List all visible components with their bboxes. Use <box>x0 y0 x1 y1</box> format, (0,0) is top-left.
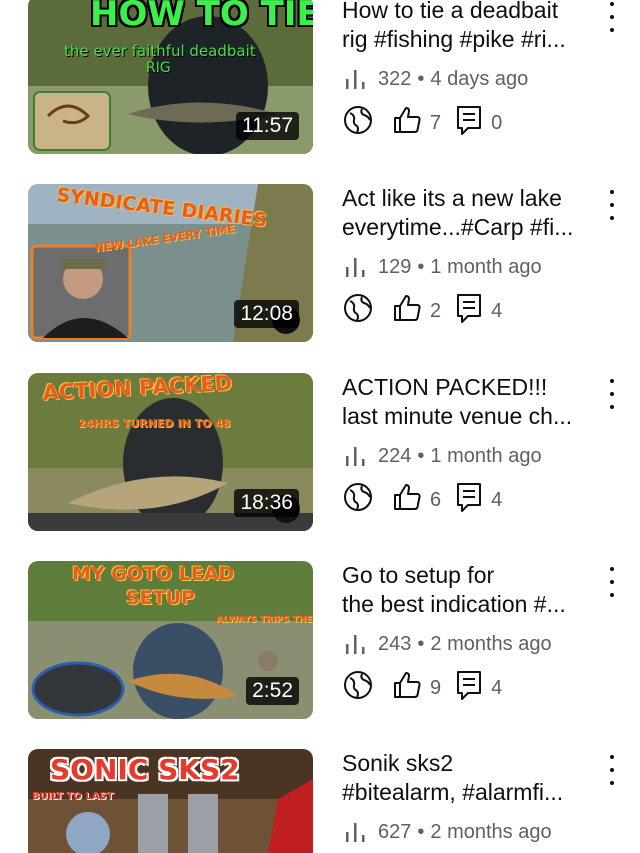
video-duration: 12:08 <box>234 300 299 328</box>
separator: • <box>417 255 425 278</box>
upload-age: 1 month ago <box>430 255 542 278</box>
comment-icon[interactable] <box>455 481 483 519</box>
video-duration: 18:36 <box>234 489 299 517</box>
bar-chart-icon <box>342 444 370 468</box>
globe-icon <box>342 481 374 519</box>
video-meta: 627 • 2 months ago <box>342 818 602 846</box>
thumbnail-subtitle: ALWAYS TRIPS THEM UP <box>216 615 313 625</box>
thumbs-up-icon[interactable] <box>392 482 422 518</box>
view-count: 243 <box>378 632 412 655</box>
video-meta: 243 • 2 months ago <box>342 630 602 658</box>
more-vertical-icon[interactable] <box>600 377 624 411</box>
video-duration: 2:52 <box>246 677 299 705</box>
thumbnail-title: MY GOTO LEAD <box>72 563 235 585</box>
video-stats: 2 4 <box>342 292 602 330</box>
video-title[interactable]: ACTION PACKED!!! last minute venue ch... <box>342 373 602 431</box>
video-item[interactable]: MY GOTO LEAD SETUP ALWAYS TRIPS THEM UP … <box>0 561 640 731</box>
more-vertical-icon[interactable] <box>600 188 624 222</box>
bar-chart-icon <box>342 820 370 844</box>
video-title-line: #bitealarm, #alarmfi... <box>342 779 564 805</box>
separator: • <box>417 67 425 90</box>
video-stats: 7 0 <box>342 104 602 142</box>
thumbs-up-icon[interactable] <box>392 293 422 329</box>
video-item[interactable]: SYNDICATE DIARIES NEW LAKE EVERY TIME 12… <box>0 184 640 354</box>
video-title[interactable]: Sonik sks2 #bitealarm, #alarmfi... <box>342 749 602 807</box>
comment-icon[interactable] <box>455 104 483 142</box>
video-item[interactable]: ACTION PACKED 24HRS TURNED IN TO 48 18:3… <box>0 373 640 543</box>
more-vertical-icon[interactable] <box>600 565 624 599</box>
thumbnail-title: HOW TO TIE... <box>90 0 313 34</box>
thumbnail-title: SONIC SKS2 <box>50 753 240 786</box>
separator: • <box>417 632 425 655</box>
video-title-line: Sonik sks2 <box>342 750 454 776</box>
video-meta: 322 • 4 days ago <box>342 65 602 93</box>
video-title-line: last minute venue ch... <box>342 403 573 429</box>
video-title-line: How to tie a deadbait <box>342 0 559 23</box>
video-thumbnail[interactable]: MY GOTO LEAD SETUP ALWAYS TRIPS THEM UP … <box>28 561 313 719</box>
video-thumbnail[interactable]: SONIC SKS2 BUILT TO LAST <box>28 749 313 853</box>
comment-icon[interactable] <box>455 669 483 707</box>
view-count: 129 <box>378 255 412 278</box>
video-thumbnail[interactable]: ACTION PACKED 24HRS TURNED IN TO 48 18:3… <box>28 373 313 531</box>
video-title[interactable]: Go to setup for the best indication #... <box>342 561 602 619</box>
bar-chart-icon <box>342 632 370 656</box>
video-meta: 224 • 1 month ago <box>342 442 602 470</box>
video-title-line: rig #fishing #pike #ri... <box>342 26 566 52</box>
video-title-line: Act like its a new lake <box>342 185 562 211</box>
thumbnail-subtitle: 24HRS TURNED IN TO 48 <box>78 417 231 430</box>
comment-count: 4 <box>491 676 503 699</box>
separator: • <box>417 820 425 843</box>
bar-chart-icon <box>342 255 370 279</box>
thumbnail-title: SETUP <box>126 587 195 609</box>
video-title-line: the best indication #... <box>342 591 566 617</box>
view-count: 627 <box>378 820 412 843</box>
separator: • <box>417 444 425 467</box>
comment-count: 4 <box>491 299 503 322</box>
video-title-line: ACTION PACKED!!! <box>342 374 548 400</box>
video-item[interactable]: SONIC SKS2 BUILT TO LAST Sonik sks2 #bit… <box>0 749 640 853</box>
video-stats: 9 4 <box>342 669 602 707</box>
upload-age: 2 months ago <box>430 820 552 843</box>
thumbnail-subtitle: the ever faithful deadbait <box>64 42 256 60</box>
like-count: 6 <box>430 488 442 511</box>
comment-count: 4 <box>491 488 503 511</box>
video-meta: 129 • 1 month ago <box>342 253 602 281</box>
upload-age: 1 month ago <box>430 444 542 467</box>
thumbnail-subtitle: BUILT TO LAST <box>32 791 114 802</box>
bar-chart-icon <box>342 67 370 91</box>
like-count: 7 <box>430 111 442 134</box>
comment-count: 0 <box>491 111 503 134</box>
view-count: 322 <box>378 67 412 90</box>
like-count: 9 <box>430 676 442 699</box>
globe-icon <box>342 669 374 707</box>
like-count: 2 <box>430 299 442 322</box>
video-title-line: everytime...#Carp #fi... <box>342 214 574 240</box>
thumbs-up-icon[interactable] <box>392 105 422 141</box>
upload-age: 2 months ago <box>430 632 552 655</box>
video-title[interactable]: How to tie a deadbait rig #fishing #pike… <box>342 0 602 54</box>
video-item[interactable]: HOW TO TIE... the ever faithful deadbait… <box>0 0 640 166</box>
video-thumbnail[interactable]: HOW TO TIE... the ever faithful deadbait… <box>28 0 313 154</box>
comment-icon[interactable] <box>455 292 483 330</box>
more-vertical-icon[interactable] <box>600 0 624 34</box>
video-title-line: Go to setup for <box>342 562 495 588</box>
view-count: 224 <box>378 444 412 467</box>
globe-icon <box>342 104 374 142</box>
thumbs-up-icon[interactable] <box>392 670 422 706</box>
globe-icon <box>342 292 374 330</box>
upload-age: 4 days ago <box>430 67 529 90</box>
video-stats: 6 4 <box>342 481 602 519</box>
more-vertical-icon[interactable] <box>600 753 624 787</box>
video-thumbnail[interactable]: SYNDICATE DIARIES NEW LAKE EVERY TIME 12… <box>28 184 313 342</box>
thumbnail-subtitle: RIG <box>146 60 171 76</box>
video-duration: 11:57 <box>236 112 299 140</box>
video-title[interactable]: Act like its a new lake everytime...#Car… <box>342 184 602 242</box>
